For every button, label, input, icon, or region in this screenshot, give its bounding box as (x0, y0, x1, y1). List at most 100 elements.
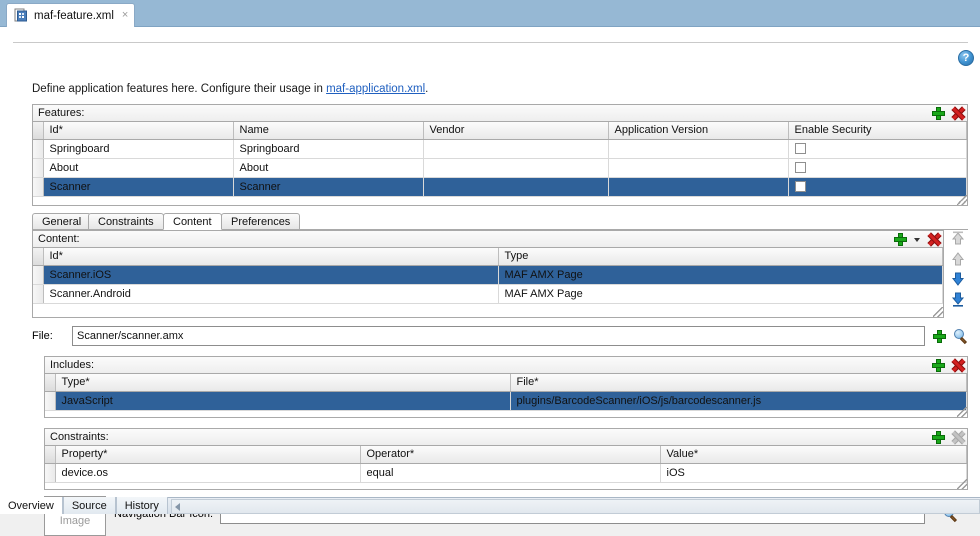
tab-preferences[interactable]: Preferences (221, 213, 300, 230)
features-table[interactable]: Id* Name Vendor Application Version Enab… (32, 121, 968, 206)
cell-id[interactable]: Scanner.iOS (43, 265, 498, 284)
content-table[interactable]: Id* Type Scanner.iOS MAF AMX Page Scanne (32, 247, 944, 318)
column-header-application-version[interactable]: Application Version (608, 122, 788, 139)
chevron-down-icon[interactable] (914, 238, 920, 242)
add-icon[interactable] (932, 107, 945, 120)
table-row[interactable]: Scanner.Android MAF AMX Page (33, 284, 943, 303)
move-up-icon[interactable] (949, 250, 967, 268)
column-header-name[interactable]: Name (233, 122, 423, 139)
column-header-operator[interactable]: Operator* (360, 446, 660, 463)
column-header-type[interactable]: Type* (55, 374, 510, 391)
tab-constraints-label: Constraints (98, 216, 154, 228)
table-row-selected[interactable]: Scanner Scanner (33, 177, 967, 196)
table-header-row: Property* Operator* Value* (45, 446, 967, 463)
cell-id[interactable]: Springboard (43, 139, 233, 158)
row-selector[interactable] (33, 284, 43, 303)
features-label: Features: (38, 107, 84, 119)
cell-id[interactable]: Scanner.Android (43, 284, 498, 303)
column-header-value[interactable]: Value* (660, 446, 967, 463)
tab-overview-label: Overview (8, 500, 54, 512)
table-header-row: Id* Name Vendor Application Version Enab… (33, 122, 967, 139)
cell-id[interactable]: Scanner (43, 177, 233, 196)
horizontal-scrollbar[interactable] (171, 499, 980, 514)
table-row[interactable]: device.os equal iOS (45, 463, 967, 482)
cell-value[interactable]: iOS (660, 463, 967, 482)
add-icon[interactable] (894, 233, 907, 246)
tab-general[interactable]: General (32, 213, 91, 230)
row-selector[interactable] (33, 139, 43, 158)
scroll-left-icon[interactable] (175, 503, 180, 511)
cell-enable-security[interactable] (788, 139, 967, 158)
cell-name[interactable]: About (233, 158, 423, 177)
maf-application-link[interactable]: maf-application.xml (326, 83, 425, 95)
add-icon[interactable] (932, 431, 945, 444)
cell-type[interactable]: JavaScript (55, 391, 510, 410)
row-selector[interactable] (33, 158, 43, 177)
includes-group: Includes: Type* File* (44, 356, 968, 418)
table-row[interactable]: About About (33, 158, 967, 177)
cell-type[interactable]: MAF AMX Page (498, 265, 943, 284)
enable-security-checkbox[interactable] (795, 143, 806, 154)
tab-history[interactable]: History (116, 497, 168, 514)
row-selector[interactable] (33, 177, 43, 196)
detail-tab-bar: General Constraints Content Preferences (32, 213, 968, 230)
column-header-enable-security[interactable]: Enable Security (788, 122, 967, 139)
editor-mode-tab-bar: Overview Source History (0, 497, 980, 514)
cell-vendor[interactable] (423, 177, 608, 196)
cell-operator[interactable]: equal (360, 463, 660, 482)
xml-document-icon (14, 8, 29, 23)
content-panel: Content: Id* Type (32, 230, 944, 318)
file-input[interactable] (72, 326, 925, 346)
column-header-property[interactable]: Property* (55, 446, 360, 463)
add-icon[interactable] (933, 330, 946, 343)
add-icon[interactable] (932, 359, 945, 372)
cell-application-version[interactable] (608, 139, 788, 158)
table-row[interactable]: Springboard Springboard (33, 139, 967, 158)
cell-enable-security[interactable] (788, 177, 967, 196)
column-header-file[interactable]: File* (510, 374, 967, 391)
tab-overview[interactable]: Overview (0, 497, 63, 514)
search-icon[interactable] (954, 329, 968, 343)
features-toolbar (932, 105, 964, 122)
row-selector[interactable] (33, 265, 43, 284)
cell-application-version[interactable] (608, 177, 788, 196)
tab-source[interactable]: Source (63, 497, 116, 514)
intro-text-before: Define application features here. Config… (32, 83, 326, 95)
cell-application-version[interactable] (608, 158, 788, 177)
move-down-icon[interactable] (949, 270, 967, 288)
column-header-vendor[interactable]: Vendor (423, 122, 608, 139)
includes-table[interactable]: Type* File* JavaScript plugins/BarcodeSc… (44, 373, 968, 418)
column-header-type[interactable]: Type (498, 248, 943, 265)
delete-icon[interactable] (951, 107, 964, 120)
row-selector[interactable] (45, 463, 55, 482)
cell-vendor[interactable] (423, 158, 608, 177)
file-toolbar (933, 329, 968, 343)
cell-id[interactable]: About (43, 158, 233, 177)
move-to-top-icon[interactable] (949, 230, 967, 248)
editor-tab-maf-feature[interactable]: maf-feature.xml × (6, 3, 135, 27)
close-icon[interactable]: × (122, 10, 128, 21)
table-row-selected[interactable]: Scanner.iOS MAF AMX Page (33, 265, 943, 284)
tab-content[interactable]: Content (163, 213, 222, 230)
tab-constraints[interactable]: Constraints (88, 213, 164, 230)
column-header-id[interactable]: Id* (43, 248, 498, 265)
column-header-id[interactable]: Id* (43, 122, 233, 139)
enable-security-checkbox[interactable] (795, 181, 806, 192)
file-label: File: (32, 330, 53, 342)
cell-name[interactable]: Scanner (233, 177, 423, 196)
cell-property[interactable]: device.os (55, 463, 360, 482)
constraints-table[interactable]: Property* Operator* Value* device.os equ… (44, 445, 968, 490)
table-row-selected[interactable]: JavaScript plugins/BarcodeScanner/iOS/js… (45, 391, 967, 410)
cell-file[interactable]: plugins/BarcodeScanner/iOS/js/barcodesca… (510, 391, 967, 410)
delete-icon[interactable] (951, 359, 964, 372)
row-selector[interactable] (45, 391, 55, 410)
cell-vendor[interactable] (423, 139, 608, 158)
help-icon[interactable]: ? (958, 50, 974, 66)
top-divider (13, 42, 968, 43)
cell-type[interactable]: MAF AMX Page (498, 284, 943, 303)
delete-icon[interactable] (927, 233, 940, 246)
enable-security-checkbox[interactable] (795, 162, 806, 173)
cell-enable-security[interactable] (788, 158, 967, 177)
cell-name[interactable]: Springboard (233, 139, 423, 158)
move-to-bottom-icon[interactable] (949, 290, 967, 308)
